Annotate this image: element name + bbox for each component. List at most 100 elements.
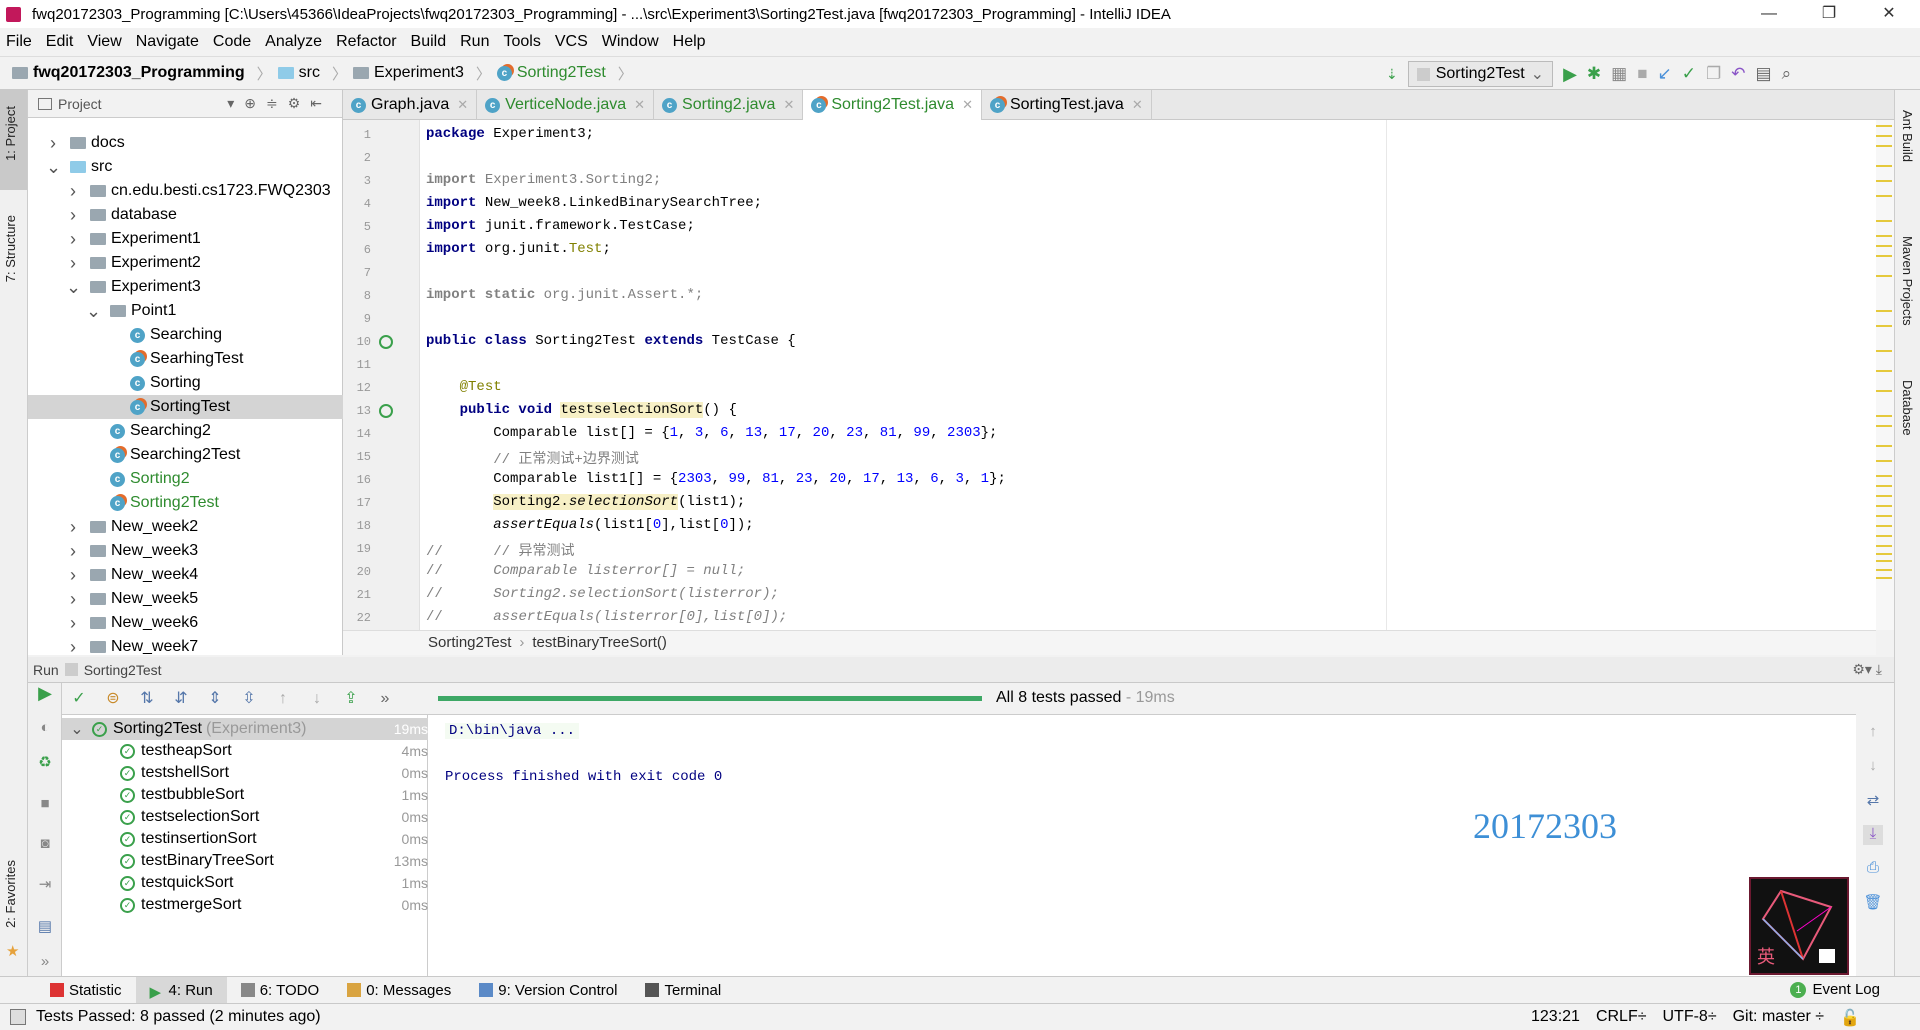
- sort-alpha-icon[interactable]: ⇅: [134, 686, 160, 712]
- soft-wrap-icon[interactable]: ⇄: [1863, 791, 1883, 811]
- expand-all-icon[interactable]: ⇕: [202, 686, 228, 712]
- error-stripe[interactable]: [1876, 120, 1894, 630]
- breadcrumb-class[interactable]: Sorting2Test: [428, 634, 511, 651]
- breadcrumb-file[interactable]: c Sorting2Test: [496, 64, 606, 82]
- tree-item[interactable]: › New_week7: [28, 635, 343, 659]
- more-icon[interactable]: »: [35, 953, 55, 973]
- menu-code[interactable]: Code: [213, 33, 251, 51]
- run-config-dropdown[interactable]: Sorting2Test ⌄: [1407, 61, 1554, 87]
- run-test-gutter-icon[interactable]: [379, 335, 393, 349]
- project-tool-tab[interactable]: 1: Project: [3, 106, 18, 161]
- run-icon[interactable]: ▶: [1563, 64, 1577, 85]
- encoding-selector[interactable]: UTF-8÷: [1663, 1008, 1717, 1028]
- test-row[interactable]: ✓ testheapSort 4ms: [62, 740, 428, 762]
- test-row[interactable]: ✓ testmergeSort 0ms: [62, 894, 428, 916]
- marker[interactable]: [1876, 525, 1892, 527]
- marker[interactable]: [1876, 415, 1892, 417]
- chevron-right-icon[interactable]: ›: [66, 589, 80, 610]
- tree-item[interactable]: › New_week2: [28, 515, 343, 539]
- marker[interactable]: [1876, 350, 1892, 352]
- tree-item[interactable]: › Experiment1: [28, 227, 343, 251]
- tree-item[interactable]: › Experiment2: [28, 251, 343, 275]
- tree-item[interactable]: ⌄ Experiment3: [28, 275, 343, 299]
- chevron-down-icon[interactable]: ⌄: [86, 301, 101, 322]
- marker[interactable]: [1876, 460, 1892, 462]
- minimize-button[interactable]: —: [1746, 0, 1792, 28]
- menu-tools[interactable]: Tools: [503, 33, 540, 51]
- marker[interactable]: [1876, 515, 1892, 517]
- search-icon[interactable]: ⌕: [1782, 64, 1792, 84]
- tree-item[interactable]: c Sorting2Test: [28, 491, 343, 515]
- restore-button[interactable]: ❐: [1806, 0, 1852, 28]
- marker[interactable]: [1876, 485, 1892, 487]
- close-tab-icon[interactable]: ✕: [962, 97, 973, 113]
- tree-item[interactable]: c Sorting: [28, 371, 343, 395]
- test-row[interactable]: ✓ testBinaryTreeSort 13ms: [62, 850, 428, 872]
- settings-icon[interactable]: ⚙▾ ⤓: [1852, 661, 1882, 678]
- export-icon[interactable]: ⇥: [35, 875, 55, 895]
- scroll-up-icon[interactable]: ↑: [1863, 723, 1883, 743]
- breadcrumb-method[interactable]: testBinaryTreeSort(): [532, 634, 666, 651]
- marker[interactable]: [1876, 425, 1892, 427]
- trash-icon[interactable]: 🗑: [1863, 893, 1883, 913]
- marker[interactable]: [1876, 235, 1892, 237]
- chevron-down-icon[interactable]: ⌄: [62, 719, 92, 739]
- tree-item[interactable]: ⌄ src: [28, 155, 343, 179]
- print-icon[interactable]: ⎙: [1863, 859, 1883, 879]
- scroll-to-end-icon[interactable]: ⤓: [1863, 825, 1883, 845]
- breadcrumb-experiment3[interactable]: Experiment3: [353, 64, 464, 82]
- chevron-right-icon[interactable]: ›: [46, 133, 60, 154]
- stop-icon[interactable]: ■: [1637, 64, 1647, 84]
- marker[interactable]: [1876, 560, 1892, 562]
- marker[interactable]: [1876, 505, 1892, 507]
- marker[interactable]: [1876, 475, 1892, 477]
- tool-tab-run[interactable]: ▶ 4: Run: [135, 976, 227, 1004]
- git-branch-selector[interactable]: Git: master ÷: [1733, 1008, 1824, 1028]
- build-icon[interactable]: ⇣: [1386, 66, 1398, 83]
- rerun-failed-icon[interactable]: ◐: [35, 719, 55, 739]
- tree-item[interactable]: ⌄ Point1: [28, 299, 343, 323]
- chevron-right-icon[interactable]: ›: [66, 637, 80, 658]
- toggle-autotest-icon[interactable]: ♻: [35, 753, 55, 773]
- chevron-right-icon[interactable]: ›: [66, 517, 80, 538]
- breadcrumb-project[interactable]: fwq20172303_Programming: [12, 64, 245, 82]
- chevron-right-icon[interactable]: ›: [66, 181, 80, 202]
- run-config-tab[interactable]: Sorting2Test: [84, 662, 162, 678]
- marker[interactable]: [1876, 180, 1892, 182]
- menu-help[interactable]: Help: [673, 33, 706, 51]
- previous-test-icon[interactable]: ↑: [270, 686, 296, 712]
- show-ignored-icon[interactable]: ⊜: [100, 686, 126, 712]
- status-message[interactable]: Tests Passed: 8 passed (2 minutes ago): [36, 1008, 321, 1026]
- layout-icon[interactable]: ▤: [35, 917, 55, 937]
- tab-verticenode[interactable]: c VerticeNode.java ✕: [477, 90, 655, 120]
- test-row[interactable]: ✓ testbubbleSort 1ms: [62, 784, 428, 806]
- marker[interactable]: [1876, 495, 1892, 497]
- chevron-down-icon[interactable]: ⌄: [66, 277, 81, 298]
- dump-threads-icon[interactable]: ◙: [35, 835, 55, 855]
- tab-sorting2[interactable]: c Sorting2.java ✕: [654, 90, 804, 120]
- run-test-gutter-icon[interactable]: [379, 404, 393, 418]
- tree-item[interactable]: c Searching: [28, 323, 343, 347]
- test-row[interactable]: ✓ testshellSort 0ms: [62, 762, 428, 784]
- menu-refactor[interactable]: Refactor: [336, 33, 396, 51]
- tool-tab-versioncontrol[interactable]: 9: Version Control: [465, 977, 631, 1004]
- tab-graph[interactable]: c Graph.java ✕: [343, 90, 478, 120]
- tab-sortingtest[interactable]: c SortingTest.java ✕: [982, 90, 1152, 120]
- tree-item[interactable]: › New_week3: [28, 539, 343, 563]
- lock-icon[interactable]: 🔓: [1840, 1008, 1860, 1028]
- marker[interactable]: [1876, 445, 1892, 447]
- menu-vcs[interactable]: VCS: [555, 33, 588, 51]
- tree-item[interactable]: › New_week5: [28, 587, 343, 611]
- project-view-selector[interactable]: Project: [58, 96, 102, 112]
- chevron-right-icon[interactable]: ›: [66, 229, 80, 250]
- tree-item[interactable]: c SortingTest: [28, 395, 343, 419]
- export-results-icon[interactable]: ⇪: [338, 686, 364, 712]
- tool-windows-toggle-icon[interactable]: [10, 1009, 26, 1025]
- tree-item[interactable]: c Sorting2: [28, 467, 343, 491]
- marker[interactable]: [1876, 390, 1892, 392]
- menu-view[interactable]: View: [87, 33, 121, 51]
- chevron-right-icon[interactable]: ›: [66, 205, 80, 226]
- marker[interactable]: [1876, 245, 1892, 247]
- next-test-icon[interactable]: ↓: [304, 686, 330, 712]
- close-tab-icon[interactable]: ✕: [783, 97, 794, 113]
